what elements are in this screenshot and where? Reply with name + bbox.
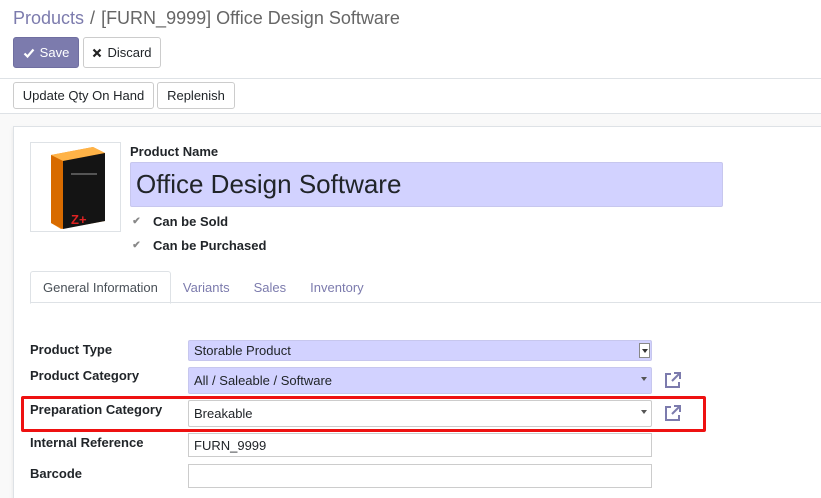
product-type-value: Storable Product	[194, 343, 291, 358]
product-image-logo: Z+	[71, 212, 87, 227]
product-image[interactable]: Z+	[30, 142, 121, 232]
tab-divider	[30, 302, 821, 303]
tab-bar: General Information Variants Sales Inven…	[30, 271, 376, 304]
product-name-label: Product Name	[130, 144, 219, 159]
save-label: Save	[39, 45, 70, 60]
x-icon	[93, 48, 102, 57]
breadcrumb-separator: /	[90, 8, 96, 28]
tab-sales[interactable]: Sales	[242, 271, 299, 303]
external-link-icon[interactable]	[663, 370, 683, 390]
barcode-input[interactable]	[188, 464, 652, 488]
tab-variants[interactable]: Variants	[171, 271, 242, 303]
breadcrumb: Products / [FURN_9999] Office Design Softw…	[13, 8, 400, 29]
internal-reference-input[interactable]: FURN_9999	[188, 433, 652, 457]
product-category-select[interactable]: All / Saleable / Software	[188, 367, 652, 394]
can-be-sold-checkbox[interactable]: ✔	[130, 215, 143, 228]
product-type-select[interactable]: Storable Product	[188, 340, 652, 361]
chevron-down-icon	[639, 343, 650, 358]
tab-general-information[interactable]: General Information	[30, 271, 171, 304]
product-category-label: Product Category	[30, 368, 140, 383]
product-category-value: All / Saleable / Software	[194, 373, 333, 388]
breadcrumb-products-link[interactable]: Products	[13, 8, 84, 28]
product-type-label: Product Type	[30, 342, 113, 357]
chevron-down-icon	[641, 377, 647, 381]
replenish-button[interactable]: Replenish	[157, 82, 235, 109]
save-button[interactable]: Save	[13, 37, 79, 68]
breadcrumb-current: [FURN_9999] Office Design Software	[101, 8, 400, 28]
toolbar-divider	[0, 78, 821, 79]
highlight-box	[21, 396, 706, 432]
product-name-input[interactable]: Office Design Software	[130, 162, 723, 207]
can-be-sold-row[interactable]: ✔ Can be Sold	[130, 214, 228, 229]
internal-reference-label: Internal Reference	[30, 435, 144, 450]
barcode-label: Barcode	[30, 466, 83, 481]
check-icon	[23, 48, 35, 58]
tab-inventory[interactable]: Inventory	[298, 271, 375, 303]
can-be-purchased-label: Can be Purchased	[153, 238, 267, 253]
discard-button[interactable]: Discard	[83, 37, 161, 68]
can-be-purchased-row[interactable]: ✔ Can be Purchased	[130, 238, 266, 253]
discard-label: Discard	[107, 45, 152, 60]
can-be-sold-label: Can be Sold	[153, 214, 229, 229]
can-be-purchased-checkbox[interactable]: ✔	[130, 239, 143, 252]
update-qty-button[interactable]: Update Qty On Hand	[13, 82, 154, 109]
